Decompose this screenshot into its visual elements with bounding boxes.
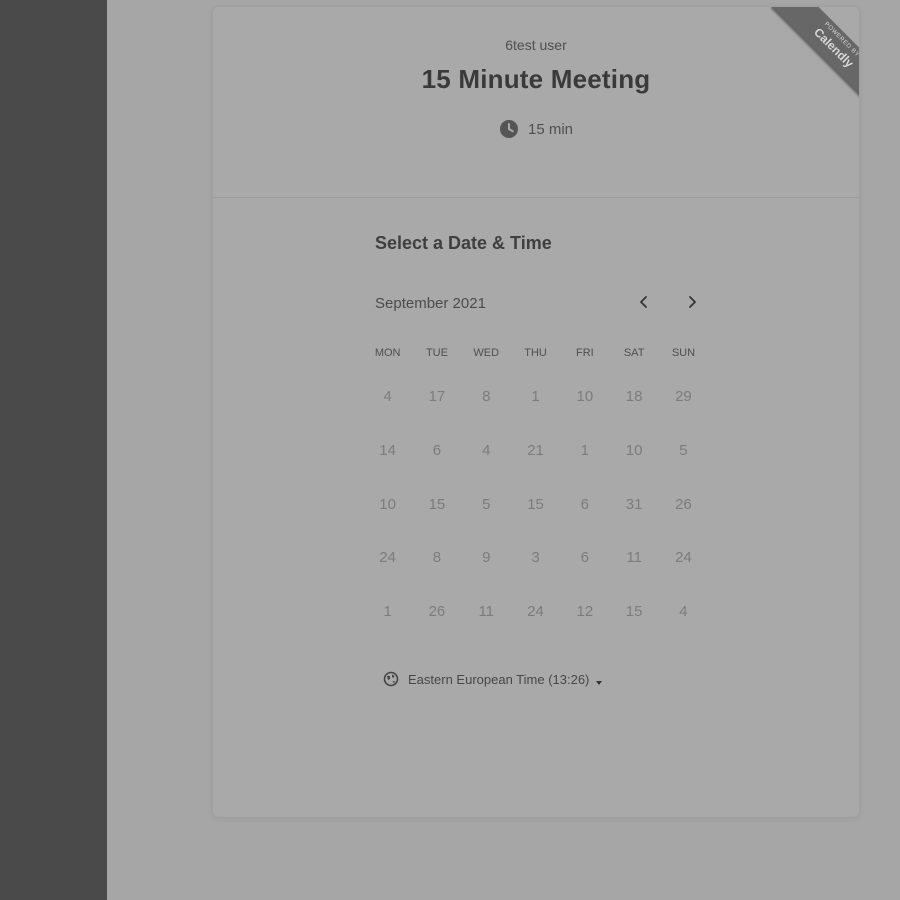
calendar-day: 15 xyxy=(625,603,643,621)
next-month-button[interactable] xyxy=(679,291,705,317)
chevron-right-icon xyxy=(685,295,699,314)
duration-label: 15 min xyxy=(527,120,574,138)
calendar-day: 1 xyxy=(531,388,540,406)
calendar-day: 4 xyxy=(383,388,392,406)
calendar-day: 4 xyxy=(679,603,688,621)
calendar-day: 24 xyxy=(675,549,692,567)
calendar-day: 14 xyxy=(379,442,396,460)
weekday-label: THU xyxy=(524,347,547,359)
calendar-day: 21 xyxy=(527,442,544,460)
left-sidebar xyxy=(0,0,107,900)
previous-month-button[interactable] xyxy=(631,291,657,317)
weekday-label: TUE xyxy=(425,347,448,359)
calendar-day: 17 xyxy=(428,388,446,406)
powered-by-calendly-ribbon[interactable]: POWERED BY Calendly xyxy=(760,7,859,116)
calendar-day: 24 xyxy=(379,549,396,567)
calendar-day: 11 xyxy=(478,603,495,621)
calendar-day: 5 xyxy=(679,442,688,460)
timezone-selector[interactable]: Eastern European Time (13:26) xyxy=(383,671,603,687)
globe-icon xyxy=(383,671,399,687)
calendar-day: 3 xyxy=(531,549,540,567)
month-label: September 2021 xyxy=(375,295,486,312)
calendar-day: 10 xyxy=(576,388,594,406)
calendar-day: 26 xyxy=(675,495,692,513)
calendar-day: 31 xyxy=(625,495,643,513)
calendar-days-grid: 4 17 8 1 10 18 29 14 6 4 21 1 10 5 10 15… xyxy=(363,370,708,638)
chevron-left-icon xyxy=(637,295,651,314)
calendar-day: 8 xyxy=(482,388,491,406)
calendar-day: 6 xyxy=(580,495,589,513)
event-duration: 15 min xyxy=(213,119,859,139)
calendar-day: 29 xyxy=(675,388,692,406)
calendar-day: 10 xyxy=(379,495,396,513)
calendar-day: 5 xyxy=(482,495,491,513)
picker-heading: Select a Date & Time xyxy=(375,233,552,253)
calendar-day: 26 xyxy=(428,603,446,621)
calendar-day: 4 xyxy=(482,442,491,460)
calendar-day: 9 xyxy=(482,549,491,567)
weekday-label: SUN xyxy=(671,347,696,359)
clock-icon xyxy=(499,119,519,139)
calendar-day: 1 xyxy=(580,442,589,460)
calendar-day: 15 xyxy=(428,495,446,513)
weekday-label: WED xyxy=(473,347,500,359)
date-time-picker: Select a Date & Time September 2021 MON … xyxy=(375,229,705,687)
calendar-day: 1 xyxy=(383,603,392,621)
calendar-day: 8 xyxy=(432,549,442,567)
calendar-day: 6 xyxy=(580,549,589,567)
month-navigation: September 2021 xyxy=(375,289,705,319)
calendar-day: 10 xyxy=(625,442,643,460)
calendar-day: 11 xyxy=(626,549,642,567)
calendar-day: 12 xyxy=(576,603,594,621)
weekday-label: MON xyxy=(374,347,401,359)
calendar-day: 6 xyxy=(432,442,442,460)
calendar-day: 18 xyxy=(625,388,643,406)
caret-down-icon xyxy=(595,675,603,685)
booking-card: 6test user 15 Minute Meeting 15 min POWE… xyxy=(212,6,860,818)
calendar-day: 24 xyxy=(527,603,544,621)
timezone-label: Eastern European Time (13:26) xyxy=(408,671,590,687)
weekday-label: FRI xyxy=(575,347,594,359)
calendar-day: 15 xyxy=(527,495,544,513)
weekday-header: MON TUE WED THU FRI SAT SUN xyxy=(363,347,708,359)
weekday-label: SAT xyxy=(623,347,645,359)
